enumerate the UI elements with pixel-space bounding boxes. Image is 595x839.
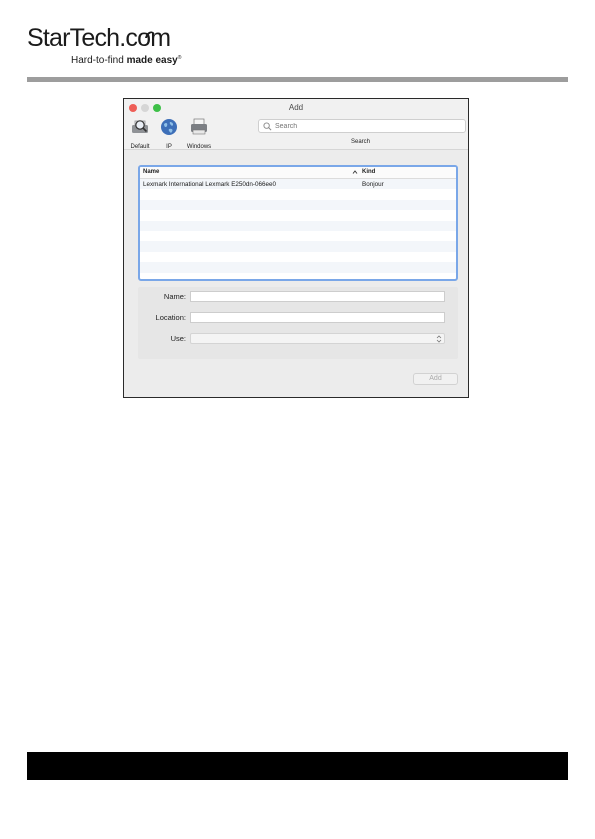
window-title: Add	[288, 103, 304, 112]
list-header: Name Kind	[140, 167, 456, 179]
name-input[interactable]	[191, 299, 444, 308]
empty-row	[140, 220, 456, 231]
add-button[interactable]: Add	[413, 373, 458, 385]
search-icon	[263, 122, 272, 131]
logo-swirl-icon	[145, 31, 155, 38]
location-input[interactable]	[191, 320, 444, 329]
globe-icon	[161, 119, 177, 135]
column-header-name[interactable]: Name	[143, 169, 159, 175]
window-titlebar: Add Default IP Windows Search Search	[124, 99, 468, 150]
empty-row	[140, 189, 456, 199]
printer-name-cell: Lexmark International Lexmark E250dn-066…	[143, 180, 277, 188]
header-divider	[27, 77, 568, 82]
toolbar-default-label: Default	[130, 144, 150, 150]
printer-details-form: Name: Location: Use:	[138, 287, 458, 359]
location-field[interactable]	[190, 312, 445, 329]
empty-row	[140, 252, 456, 262]
search-field[interactable]	[258, 119, 466, 133]
startech-logo: StarTech.com Hard-to-find made easy®	[27, 24, 187, 69]
logo-tagline: Hard-to-find made easy®	[71, 55, 182, 66]
empty-row	[140, 231, 456, 241]
use-select[interactable]	[190, 333, 445, 344]
use-label: Use:	[170, 334, 186, 343]
toolbar-default-button[interactable]: Default	[128, 117, 152, 150]
sort-ascending-icon[interactable]	[352, 169, 358, 175]
add-printer-window: Add Default IP Windows Search Search Nam…	[123, 98, 469, 398]
footer-bar	[27, 752, 568, 780]
printer-list[interactable]: Name Kind Lexmark International Lexmark …	[138, 165, 458, 281]
toolbar-windows-button[interactable]: Windows	[183, 117, 215, 150]
empty-row	[140, 199, 456, 211]
empty-row	[140, 241, 456, 252]
printer-search-icon	[132, 120, 148, 133]
empty-row	[140, 262, 456, 273]
printer-kind-cell: Bonjour	[362, 180, 384, 188]
table-row[interactable]: Lexmark International Lexmark E250dn-066…	[140, 179, 456, 190]
chevron-updown-icon	[436, 335, 442, 343]
list-rows: Lexmark International Lexmark E250dn-066…	[140, 179, 456, 279]
search-input[interactable]	[275, 121, 455, 131]
toolbar-windows-label: Windows	[186, 144, 212, 150]
toolbar-ip-button[interactable]: IP	[159, 117, 179, 150]
name-field[interactable]	[190, 291, 445, 308]
name-label: Name:	[163, 292, 186, 301]
search-label: Search	[351, 139, 371, 145]
windows-printer-icon	[191, 118, 207, 135]
toolbar-ip-label: IP	[166, 144, 172, 150]
empty-row	[140, 210, 456, 220]
location-label: Location:	[155, 313, 186, 322]
column-header-kind[interactable]: Kind	[362, 169, 375, 175]
empty-row	[140, 273, 456, 279]
